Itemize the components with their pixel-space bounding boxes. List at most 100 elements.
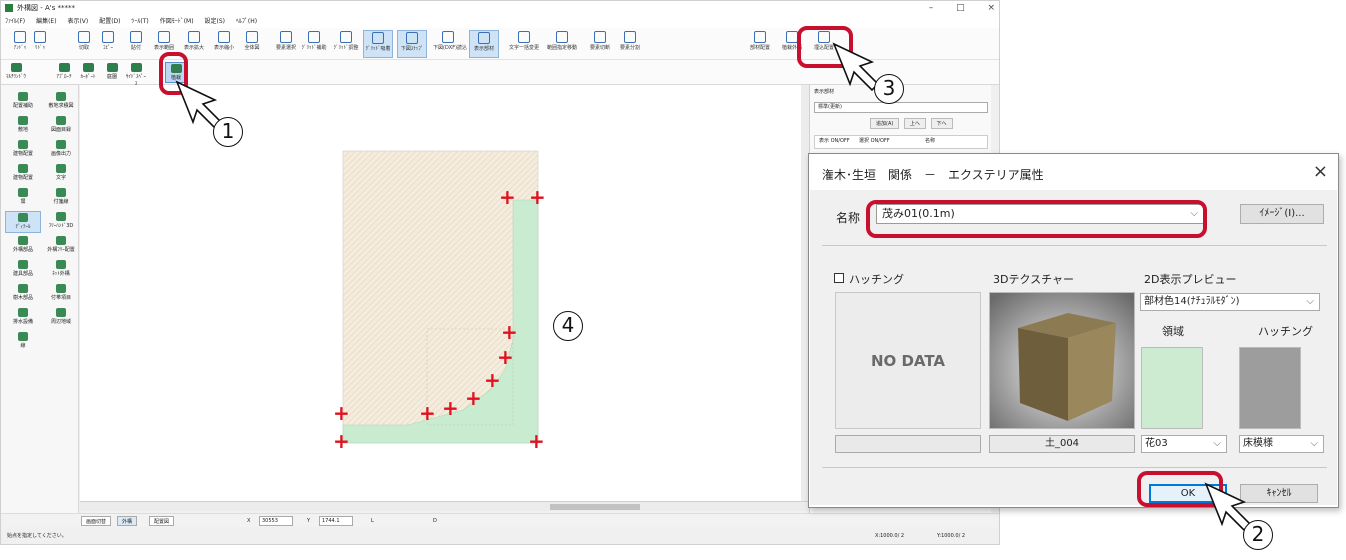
menu-view[interactable]: 表示(V): [67, 18, 88, 25]
left-panel-item[interactable]: ﾌﾘｰﾊﾝﾄﾞ3D: [43, 211, 79, 233]
toolbar-button[interactable]: 要素分割: [615, 30, 645, 58]
left-panel-item[interactable]: 塀: [5, 187, 41, 209]
left-panel-item[interactable]: 敷地求積図: [43, 91, 79, 113]
left-panel-item[interactable]: 付帯項目: [43, 283, 79, 305]
divider: [822, 245, 1327, 246]
mode-button[interactable]: ｻｲﾄﾞｽﾍﾟｰｽ: [125, 62, 147, 87]
mode-button[interactable]: 庭園: [101, 62, 123, 83]
mode-label: ｱﾌﾟﾛｰﾁ: [56, 74, 72, 80]
mode-button[interactable]: ｱﾌﾟﾛｰﾁ: [53, 62, 75, 83]
scroll-thumb[interactable]: [550, 504, 640, 510]
menu-file[interactable]: ﾌｧｲﾙ(F): [5, 18, 25, 25]
toolbar-button[interactable]: 部材配置: [745, 30, 775, 58]
image-button[interactable]: ｲﾒｰｼﾞ(I)...: [1240, 204, 1324, 224]
hatching-swatch: [1239, 347, 1301, 429]
part-icon: [18, 188, 28, 197]
mode-button[interactable]: ｶｰﾎﾟｰﾄ: [77, 62, 99, 83]
left-panel-item[interactable]: 排水設備: [5, 307, 41, 329]
toolbar-button[interactable]: ｱﾝﾄﾞｩ: [9, 30, 31, 58]
toolbar-button[interactable]: 下図(DXF)読込: [433, 30, 467, 58]
left-panel-label: 敷地求積図: [48, 103, 74, 109]
col-name: 名称: [925, 138, 936, 144]
dialog-close-button[interactable]: ×: [1313, 161, 1328, 182]
menu-help[interactable]: ﾍﾙﾌﾟ(H): [236, 18, 257, 25]
toolbar-button[interactable]: 要素選択: [271, 30, 301, 58]
left-panel-label: 図面目録: [50, 127, 71, 133]
toolbar-button[interactable]: ｸﾞﾘｯﾄﾞ調整: [331, 30, 361, 58]
left-panel-item[interactable]: 配置補助: [5, 91, 41, 113]
tool-icon: [34, 31, 46, 43]
preview-color-select[interactable]: 部材色14(ﾅﾁｭﾗﾙﾓﾀﾞﾝ) ⌵: [1140, 293, 1320, 311]
x-field[interactable]: 30553: [259, 516, 293, 526]
menu-edit[interactable]: 編集(E): [36, 18, 56, 25]
region-select[interactable]: 花03 ⌵: [1141, 435, 1227, 453]
left-panel-item[interactable]: 図面目録: [43, 115, 79, 137]
move-up-button[interactable]: 上へ: [903, 118, 926, 129]
layout-tab[interactable]: 配置図: [149, 516, 175, 526]
left-panel-item[interactable]: 外構ﾌﾘｰ配置: [43, 235, 79, 257]
close-window-button[interactable]: ×: [987, 3, 995, 13]
left-panel-item[interactable]: 敷地: [5, 115, 41, 137]
y-field[interactable]: 1744.1: [319, 516, 353, 526]
toolbar-label: 表示縮小: [213, 45, 234, 51]
left-panel-item[interactable]: 建具部品: [5, 259, 41, 281]
parts-set-select[interactable]: 標準(更新): [814, 102, 988, 113]
add-button[interactable]: 追加(A): [870, 118, 900, 129]
region-value: 花03: [1145, 438, 1168, 449]
toolbar-label: 切取: [78, 45, 89, 51]
toolbar-button[interactable]: 文字一括変更: [509, 30, 539, 58]
part-icon: [56, 236, 66, 245]
left-panel-item[interactable]: ﾃﾞｨﾃｰﾙ: [5, 211, 41, 233]
menu-mode[interactable]: 作図ﾓｰﾄﾞ(M): [160, 18, 194, 25]
screen-switch-tab[interactable]: 画面切替: [81, 516, 112, 526]
chevron-down-icon: ⌵: [1213, 438, 1221, 449]
left-panel-item[interactable]: 建物配置: [5, 163, 41, 185]
region-label: 領域: [1162, 325, 1184, 338]
toolbar-button[interactable]: 下図ｽﾅｯﾌﾟ: [397, 30, 427, 58]
left-panel-label: 排水設備: [12, 319, 33, 325]
left-panel-item[interactable]: 外構部品: [5, 235, 41, 257]
minimize-button[interactable]: –: [929, 3, 934, 13]
texture-name-field[interactable]: 土_004: [989, 435, 1135, 453]
left-panel-item[interactable]: 樹木部品: [5, 283, 41, 305]
toolbar-button[interactable]: ｸﾞﾘｯﾄﾞ吸着: [363, 30, 393, 58]
left-panel-item[interactable]: 付箋線: [43, 187, 79, 209]
left-tool-panel: 配置補助敷地求積図敷地図面目録建物配置 画像出力 建物配置 文字塀 付箋線 ﾃﾞｨﾃｰﾙﾌ…: [1, 85, 79, 513]
hatching-checkbox[interactable]: [834, 273, 844, 283]
left-panel-item[interactable]: ﾈｯﾄ外構: [43, 259, 79, 281]
menu-tools[interactable]: ﾂｰﾙ(T): [131, 18, 148, 25]
mode-label: 庭園: [106, 74, 117, 80]
toolbar-button[interactable]: 範囲指定移動: [547, 30, 577, 58]
toolbar-button[interactable]: 全体図: [241, 30, 263, 58]
toolbar-button[interactable]: 表示部材: [469, 30, 499, 58]
left-panel-label: 塀: [20, 199, 26, 205]
toolbar-button[interactable]: 要素切断: [585, 30, 615, 58]
preview-label: 2D表示プレビュー: [1144, 273, 1237, 286]
left-panel-item[interactable]: 文字: [43, 163, 79, 185]
menu-settings[interactable]: 設定(S): [204, 18, 225, 25]
tool-icon: [78, 31, 90, 43]
toolbar-label: 全体図: [244, 45, 260, 51]
exterior-tab[interactable]: 外構: [117, 516, 138, 526]
hatching-select[interactable]: 床模様 ⌵: [1239, 435, 1324, 453]
move-down-button[interactable]: 下へ: [930, 118, 953, 129]
maximize-button[interactable]: □: [956, 3, 965, 13]
toolbar-button[interactable]: ﾘﾄﾞｩ: [29, 30, 51, 58]
toolbar-button[interactable]: ｸﾞﾘｯﾄﾞ補助: [299, 30, 329, 58]
vertex-marker: +: [497, 345, 514, 369]
toolbar-button[interactable]: 表示拡大: [183, 30, 205, 58]
mode-button[interactable]: ﾏﾙﾁﾜﾝﾄﾞｳ: [5, 62, 27, 83]
toolbar-button[interactable]: 切取: [73, 30, 95, 58]
horizontal-scrollbar[interactable]: [80, 501, 808, 511]
left-panel-item[interactable]: 画像出力: [43, 139, 79, 161]
left-panel-item[interactable]: 建物配置: [5, 139, 41, 161]
toolbar-button[interactable]: 貼付: [125, 30, 147, 58]
menu-place[interactable]: 配置(D): [99, 18, 120, 25]
left-panel-item[interactable]: 線: [5, 331, 41, 353]
drawing-canvas[interactable]: [80, 85, 808, 501]
left-panel-item[interactable]: 周辺地域: [43, 307, 79, 329]
toolbar-button[interactable]: ｺﾋﾟｰ: [97, 30, 119, 58]
toolbar-button[interactable]: 表示縮小: [213, 30, 235, 58]
part-icon: [56, 188, 66, 197]
col-visible: 表示 ON/OFF: [819, 138, 850, 144]
